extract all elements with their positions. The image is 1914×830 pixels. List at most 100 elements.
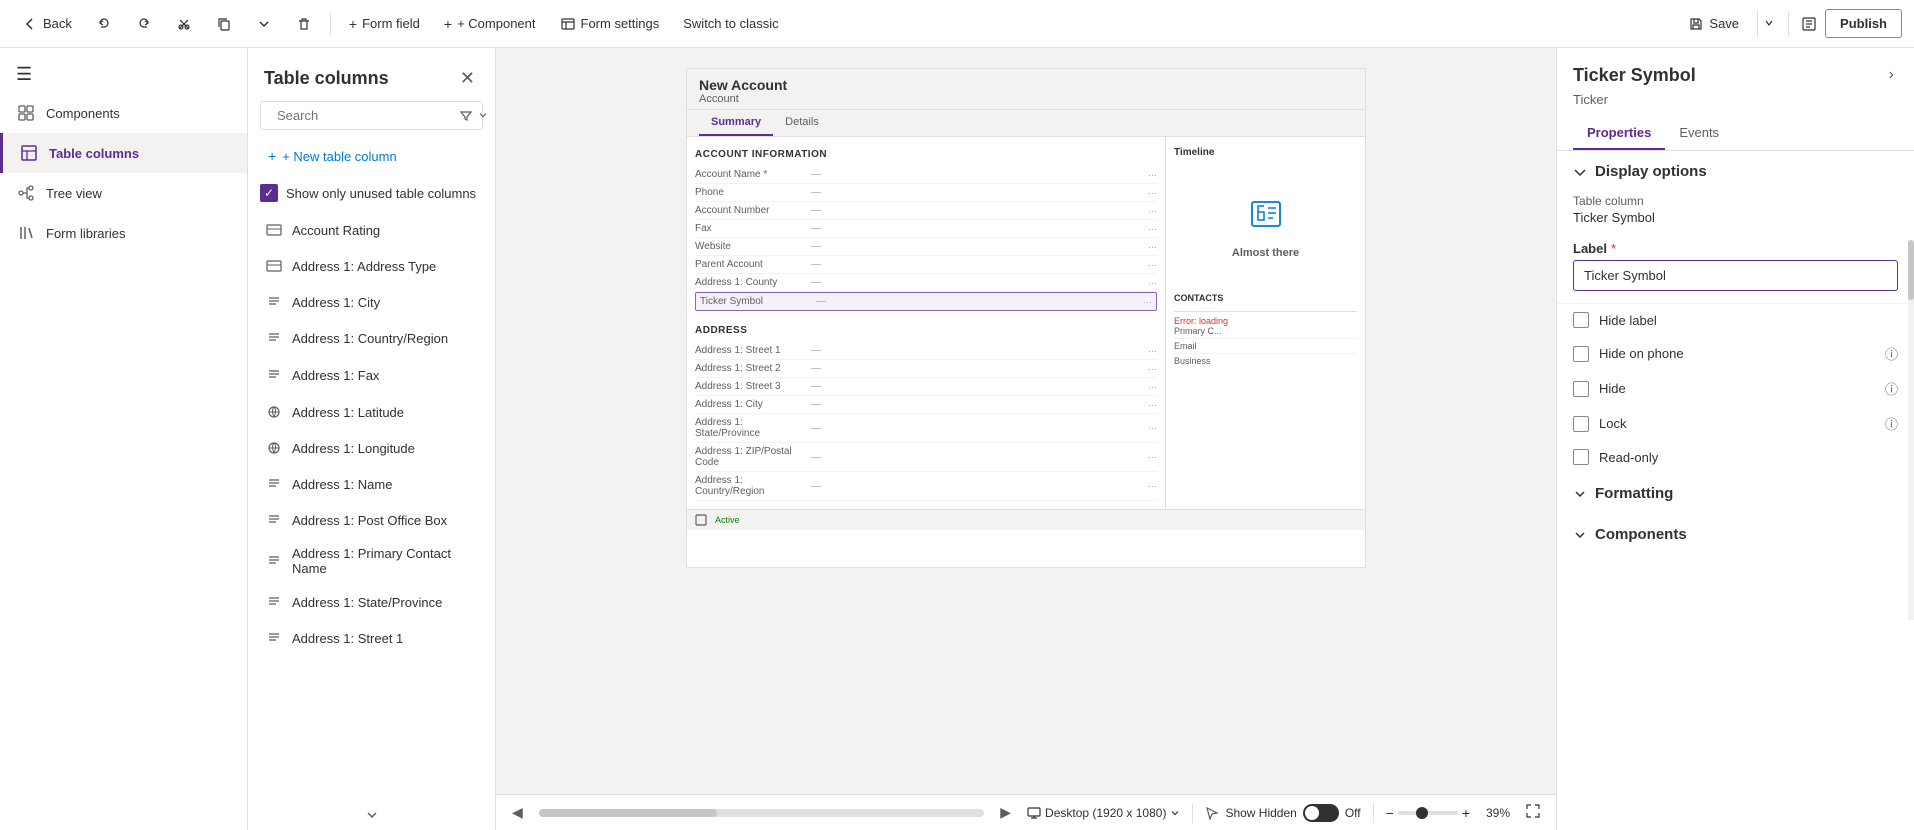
field-value: — [811, 259, 1142, 270]
field-dots: ··· [1148, 346, 1157, 356]
zoom-in-button[interactable]: + [1462, 805, 1470, 821]
hide-on-phone-checkbox[interactable] [1573, 346, 1589, 362]
text-icon [264, 551, 284, 571]
list-item[interactable]: Address 1: Address Type [248, 248, 495, 284]
field-row: Address 1: County — ··· [695, 274, 1157, 292]
text-icon [264, 628, 284, 648]
lock-checkbox[interactable] [1573, 416, 1589, 432]
switch-classic-button[interactable]: Switch to classic [673, 10, 788, 37]
list-item[interactable]: Address 1: Longitude [248, 430, 495, 466]
right-panel-forward-button[interactable]: › [1885, 62, 1898, 88]
form-right: Timeline Almost there CONTA [1165, 137, 1365, 509]
hide-label-text: Hide label [1599, 313, 1898, 328]
form-field-button[interactable]: + Form field [339, 10, 430, 38]
publish-button[interactable]: Publish [1825, 9, 1902, 38]
form-title: New Account [699, 77, 1353, 93]
cut-button[interactable] [166, 10, 202, 38]
panel-close-button[interactable]: ✕ [456, 64, 479, 93]
copy-button[interactable] [206, 10, 242, 38]
bottom-separator-2 [1373, 803, 1374, 823]
list-item[interactable]: Address 1: Name [248, 466, 495, 502]
label-field-label-row: Label * [1573, 241, 1898, 256]
panel-header: Table columns ✕ [248, 48, 495, 101]
hamburger-button[interactable]: ☰ [0, 56, 247, 93]
scroll-left-button[interactable]: ◀ [508, 802, 527, 823]
scroll-right-button[interactable]: ▶ [996, 802, 1015, 823]
field-label: Website [695, 241, 805, 252]
zoom-out-button[interactable]: − [1386, 805, 1394, 821]
list-icon [264, 256, 284, 276]
undo-button[interactable] [86, 10, 122, 38]
list-item[interactable]: Address 1: Post Office Box [248, 502, 495, 538]
form-settings-button[interactable]: Form settings [550, 10, 670, 38]
hide-label-checkbox[interactable] [1573, 312, 1589, 328]
canvas-area: New Account Account Summary Details ACCO… [496, 48, 1556, 830]
field-dots: ··· [1143, 297, 1152, 307]
more-dropdown-button[interactable] [246, 10, 282, 38]
list-item[interactable]: Address 1: Country/Region [248, 320, 495, 356]
field-row: Address 1: Street 2 — ··· [695, 360, 1157, 378]
redo-button[interactable] [126, 10, 162, 38]
primary-col-placeholder: Primary C... [1174, 326, 1357, 336]
tab-events-button[interactable]: Events [1665, 117, 1733, 150]
back-button[interactable]: Back [12, 10, 82, 38]
sidebar-item-table-columns[interactable]: Table columns [0, 133, 247, 173]
tab-summary[interactable]: Summary [699, 110, 773, 136]
scrollbar-thumb [539, 809, 717, 817]
hide-row[interactable]: Hide ⓘ [1557, 371, 1914, 406]
left-nav: ☰ Components Table columns [0, 48, 248, 830]
sidebar-item-components[interactable]: Components [0, 93, 247, 133]
list-item[interactable]: Address 1: Fax ··· [248, 356, 495, 394]
horizontal-scrollbar[interactable] [539, 809, 984, 817]
save-chevron-button[interactable] [1757, 10, 1780, 37]
list-item[interactable]: Address 1: Street 1 [248, 620, 495, 656]
label-input[interactable] [1573, 260, 1898, 291]
item-label: Address 1: City [292, 295, 479, 310]
tab-properties-button[interactable]: Properties [1573, 117, 1665, 150]
read-only-row[interactable]: Read-only [1557, 441, 1914, 473]
device-selector-button[interactable]: Desktop (1920 x 1080) [1027, 806, 1180, 820]
text-icon [264, 292, 284, 312]
save-button[interactable]: Save [1674, 10, 1753, 38]
components-collapse[interactable]: Components [1557, 514, 1914, 555]
read-only-checkbox[interactable] [1573, 449, 1589, 465]
formatting-collapse[interactable]: Formatting [1557, 473, 1914, 514]
display-options-collapse[interactable]: Display options [1557, 151, 1914, 192]
list-item[interactable]: Address 1: City [248, 284, 495, 320]
save-label: Save [1709, 16, 1739, 31]
label-field-section: Label * [1557, 233, 1914, 304]
search-input[interactable] [277, 108, 453, 123]
show-hidden-control: Show Hidden Off [1205, 804, 1360, 822]
info-icon: ⓘ [1885, 379, 1898, 398]
list-icon [264, 220, 284, 240]
delete-button[interactable] [286, 10, 322, 38]
lock-row[interactable]: Lock ⓘ [1557, 406, 1914, 441]
new-table-column-button[interactable]: + + New table column [260, 142, 483, 170]
zoom-control: − + 39% [1386, 805, 1510, 821]
new-col-plus-icon: + [268, 148, 276, 164]
list-item[interactable]: Address 1: Primary Contact Name [248, 538, 495, 584]
show-hidden-toggle[interactable] [1303, 804, 1339, 822]
list-item[interactable]: Address 1: Latitude [248, 394, 495, 430]
display-options-title: Display options [1595, 163, 1707, 180]
sidebar-item-tree-view[interactable]: Tree view [0, 173, 247, 213]
show-unused-checkbox-row[interactable]: ✓ Show only unused table columns [248, 178, 495, 212]
hide-on-phone-row[interactable]: Hide on phone ⓘ [1557, 336, 1914, 371]
search-icons [459, 109, 489, 123]
field-dots: ··· [1148, 242, 1157, 252]
hide-checkbox[interactable] [1573, 381, 1589, 397]
item-label: Address 1: Address Type [292, 259, 479, 274]
right-panel-header: Ticker Symbol › Ticker Properties Events [1557, 48, 1914, 151]
component-button[interactable]: + + Component [434, 10, 546, 38]
sidebar-item-form-libraries[interactable]: Form libraries [0, 213, 247, 253]
list-item[interactable]: Address 1: State/Province [248, 584, 495, 620]
list-item[interactable]: Account Rating [248, 212, 495, 248]
tab-details[interactable]: Details [773, 110, 831, 136]
fit-to-window-button[interactable] [1522, 802, 1544, 823]
field-label: Fax [695, 223, 805, 234]
switch-classic-label: Switch to classic [683, 16, 778, 31]
plus-icon: + [349, 16, 357, 32]
hide-label-row[interactable]: Hide label [1557, 304, 1914, 336]
show-unused-checkbox[interactable]: ✓ [260, 184, 278, 202]
zoom-slider[interactable] [1398, 811, 1458, 815]
